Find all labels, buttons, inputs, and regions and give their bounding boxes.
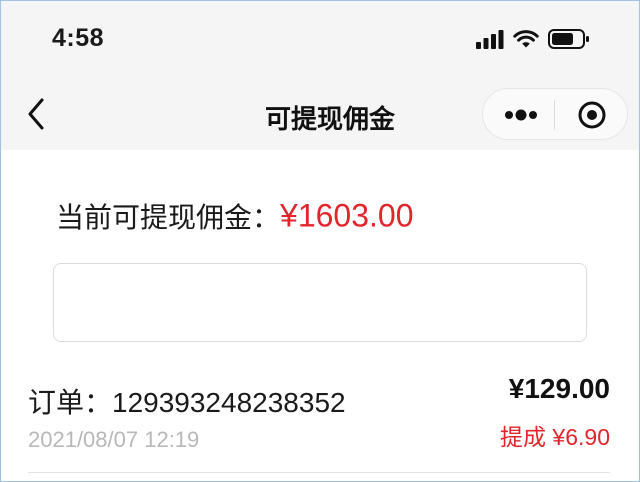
order-list-item[interactable]: 订单：129393248238352 2021/08/07 12:19 ¥129… (28, 370, 610, 472)
mini-program-capsule (482, 88, 628, 140)
battery-icon (548, 29, 589, 49)
order-total: ¥129.00 (508, 373, 610, 404)
capsule-divider (554, 100, 555, 130)
withdraw-amount-input[interactable] (53, 263, 587, 342)
more-dots-icon[interactable] (501, 105, 541, 125)
wifi-icon (513, 30, 539, 48)
available-commission: 当前可提现佣金：¥1603.00 (56, 196, 413, 236)
signal-icon (476, 30, 504, 49)
nav-bar: 可提现佣金 (0, 80, 640, 150)
status-bar: 4:58 (0, 0, 640, 80)
target-icon[interactable] (577, 100, 607, 130)
status-time: 4:58 (52, 24, 105, 52)
order-commission: 提成 ¥6.90 (500, 424, 610, 450)
balance-amount: ¥1603.00 (280, 197, 414, 234)
order-number: 订单：129393248238352 (28, 387, 346, 418)
list-divider (28, 472, 610, 473)
order-date: 2021/08/07 12:19 (28, 427, 200, 452)
balance-label: 当前可提现佣金： (56, 202, 281, 233)
status-icons (476, 27, 590, 51)
